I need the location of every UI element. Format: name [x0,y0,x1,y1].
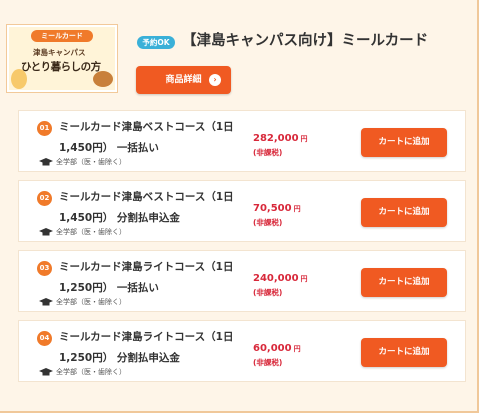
product-thumbnail[interactable]: ミールカード 津島キャンパス ひとり暮らしの方 [6,24,118,93]
graduation-cap-icon [39,368,53,376]
product-detail-label: 商品詳細 [165,75,202,85]
course-price: 282,000 円 [253,133,308,144]
price-value: 70,500 [253,203,292,214]
price-unit: 円 [293,345,301,353]
course-target: 全学部（医・歯除く） [39,297,126,307]
price-value: 282,000 [253,133,299,144]
price-value: 60,000 [253,343,292,354]
course-number: 04 [37,331,52,346]
course-target-label: 全学部（医・歯除く） [56,158,126,166]
product-header: ミールカード 津島キャンパス ひとり暮らしの方 予約OK 【津島キャンパス向け】… [0,0,477,104]
graduation-cap-icon [39,158,53,166]
add-to-cart-button[interactable]: カートに追加 [361,198,447,227]
bowl-illustration [11,69,27,89]
course-target-label: 全学部（医・歯除く） [56,228,126,236]
course-number: 01 [37,121,52,136]
food-illustration [93,71,113,87]
price-unit: 円 [300,275,308,283]
course-target-label: 全学部（医・歯除く） [56,298,126,306]
course-number: 03 [37,261,52,276]
thumbnail-headline: ひとり暮らしの方 [21,61,101,73]
thumbnail-pill: ミールカード [31,30,93,42]
tax-note: (非課税) [253,358,283,367]
price-value: 240,000 [253,273,299,284]
course-price: 240,000 円 [253,273,308,284]
add-to-cart-button[interactable]: カートに追加 [361,338,447,367]
product-title: 【津島キャンパス向け】ミールカード [182,33,429,49]
graduation-cap-icon [39,298,53,306]
course-number: 02 [37,191,52,206]
course-target: 全学部（医・歯除く） [39,227,126,237]
course-price: 70,500 円 [253,203,301,214]
course-card: 01 ミールカード津島ベストコース（1日1,450円） 一括払い 全学部（医・歯… [18,110,466,172]
product-detail-button[interactable]: 商品詳細 › [136,66,231,94]
product-panel: ミールカード 津島キャンパス ひとり暮らしの方 予約OK 【津島キャンパス向け】… [0,0,479,413]
course-target-label: 全学部（医・歯除く） [56,368,126,376]
course-name: ミールカード津島ベストコース（1日1,450円） 分割払申込金 [59,191,234,224]
course-name: ミールカード津島ライトコース（1日1,250円） 一括払い [59,261,234,294]
tax-note: (非課税) [253,218,283,227]
thumbnail-image: ミールカード 津島キャンパス ひとり暮らしの方 [9,27,115,90]
course-target: 全学部（医・歯除く） [39,367,126,377]
price-unit: 円 [300,135,308,143]
course-card: 02 ミールカード津島ベストコース（1日1,450円） 分割払申込金 全学部（医… [18,180,466,242]
add-to-cart-button[interactable]: カートに追加 [361,268,447,297]
course-target: 全学部（医・歯除く） [39,157,126,167]
thumbnail-caption: 津島キャンパス [33,48,86,57]
graduation-cap-icon [39,228,53,236]
reservation-badge: 予約OK [137,36,175,49]
course-price: 60,000 円 [253,343,301,354]
add-to-cart-button[interactable]: カートに追加 [361,128,447,157]
tax-note: (非課税) [253,148,283,157]
course-card: 04 ミールカード津島ライトコース（1日1,250円） 分割払申込金 全学部（医… [18,320,466,382]
course-name: ミールカード津島ライトコース（1日1,250円） 分割払申込金 [59,331,234,364]
course-card: 03 ミールカード津島ライトコース（1日1,250円） 一括払い 全学部（医・歯… [18,250,466,312]
tax-note: (非課税) [253,288,283,297]
course-name: ミールカード津島ベストコース（1日1,450円） 一括払い [59,121,234,154]
chevron-right-icon: › [209,74,221,86]
price-unit: 円 [293,205,301,213]
